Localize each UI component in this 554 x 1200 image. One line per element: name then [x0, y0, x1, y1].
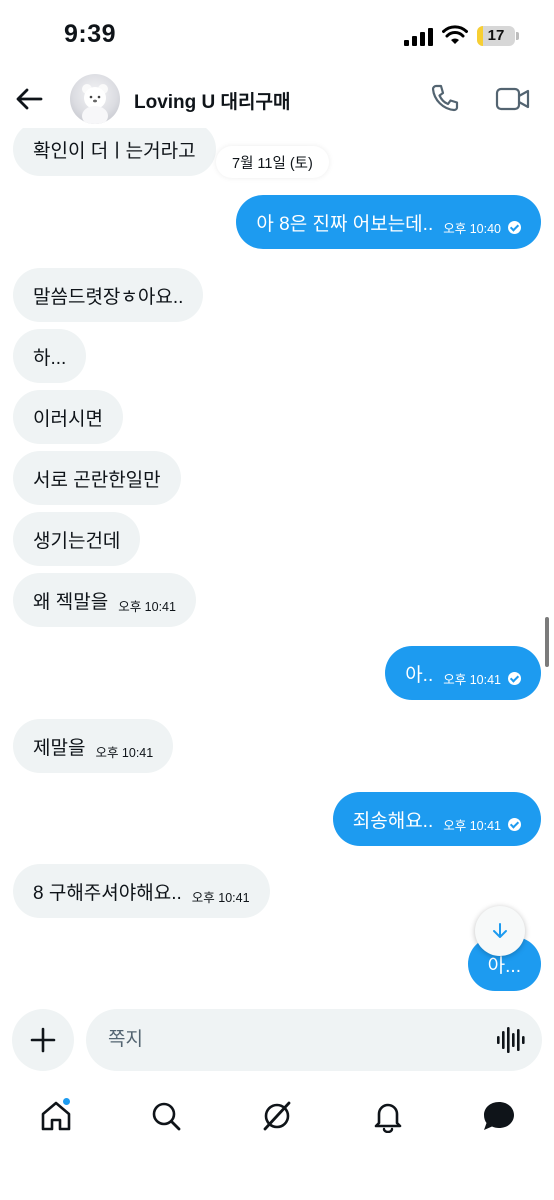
message-timestamp: 오후 10:41 [192, 887, 250, 906]
message-time: 오후 10:41 [191, 890, 250, 905]
read-receipt-icon [508, 817, 521, 831]
nav-grok[interactable] [257, 1096, 297, 1136]
read-receipt-icon [508, 671, 521, 685]
video-call-button[interactable] [495, 83, 531, 115]
message-timestamp: 오후 10:41 [443, 815, 521, 834]
incoming-message[interactable]: 제말을 오후 10:41 [13, 719, 174, 773]
nav-notifications[interactable] [368, 1096, 408, 1136]
bottom-navigation [0, 1082, 554, 1200]
outgoing-message[interactable]: 죄송해요.. 오후 10:41 [332, 792, 541, 846]
scrollbar[interactable] [545, 617, 549, 667]
read-receipt-icon [508, 220, 521, 234]
incoming-message[interactable]: 8 구해주셔야해요.. 오후 10:41 [13, 864, 270, 918]
message-text: 아.. [405, 664, 434, 686]
message-input[interactable] [108, 1009, 478, 1071]
search-icon [152, 1102, 181, 1131]
contact-name[interactable]: Loving U 대리구매 [134, 87, 290, 114]
add-attachment-button[interactable] [12, 1009, 74, 1071]
incoming-message[interactable]: 서로 곤란한일만 [13, 451, 181, 505]
message-time: 오후 10:41 [443, 672, 501, 687]
message-composer [0, 1000, 554, 1082]
messages-icon [484, 1102, 514, 1130]
video-camera-icon [495, 87, 530, 111]
incoming-message[interactable]: 생기는건데 [13, 512, 141, 566]
message-timestamp: 오후 10:41 [443, 669, 521, 688]
grok-icon [263, 1101, 291, 1131]
plus-icon [30, 1027, 56, 1053]
back-button[interactable] [12, 82, 46, 116]
bell-icon [374, 1103, 402, 1133]
nav-search[interactable] [146, 1096, 186, 1136]
message-text: 죄송해요.. [352, 810, 434, 832]
message-timestamp: 오후 10:41 [95, 742, 153, 761]
message-input-box[interactable] [86, 1009, 542, 1071]
voice-message-icon[interactable] [496, 1026, 526, 1054]
phone-icon [431, 84, 459, 112]
message-text: 이러시면 [33, 408, 103, 430]
message-timestamp: 오후 10:40 [443, 218, 521, 237]
scroll-to-bottom-button[interactable] [475, 906, 525, 956]
home-notification-dot [62, 1097, 71, 1106]
message-text: 하... [33, 347, 67, 369]
incoming-message[interactable]: 말씀드렷장ㅎ아요.. [13, 268, 204, 322]
incoming-message[interactable]: 확인이 더ㅣ는거라고 [13, 122, 216, 176]
avatar[interactable] [70, 74, 120, 124]
message-text: 생기는건데 [33, 530, 121, 552]
message-text: 확인이 더ㅣ는거라고 [33, 140, 196, 162]
nav-home[interactable] [36, 1096, 76, 1136]
outgoing-message[interactable]: 아.. 오후 10:41 [385, 646, 541, 700]
arrow-left-icon [16, 88, 43, 110]
bear-avatar-image [82, 84, 108, 124]
incoming-message[interactable]: 이러시면 [13, 390, 123, 444]
message-time: 오후 10:41 [95, 745, 154, 760]
arrow-down-icon [493, 923, 507, 938]
message-time: 오후 10:41 [443, 818, 501, 833]
message-time: 오후 10:41 [118, 599, 176, 614]
message-text: 왜 젝말을 [33, 591, 109, 613]
message-text: 말씀드렷장ㅎ아요.. [33, 286, 184, 308]
conversation-header: Loving U 대리구매 [0, 70, 554, 128]
incoming-message[interactable]: 왜 젝말을 오후 10:41 [13, 573, 196, 627]
incoming-message[interactable]: 하... [13, 329, 87, 383]
nav-messages[interactable] [479, 1096, 519, 1136]
voice-call-button[interactable] [428, 81, 462, 115]
message-text: 8 구해주셔야해요.. [33, 882, 182, 904]
message-text: 아 8은 진짜 어보는데.. [256, 213, 434, 235]
message-text: 서로 곤란한일만 [33, 469, 161, 491]
outgoing-message[interactable]: 아 8은 진짜 어보는데.. 오후 10:40 [236, 195, 541, 249]
message-time: 오후 10:40 [443, 221, 501, 236]
message-text: 제말을 [33, 737, 86, 759]
message-timestamp: 오후 10:41 [118, 596, 176, 615]
date-separator: 7월 11일 (토) [216, 146, 329, 178]
